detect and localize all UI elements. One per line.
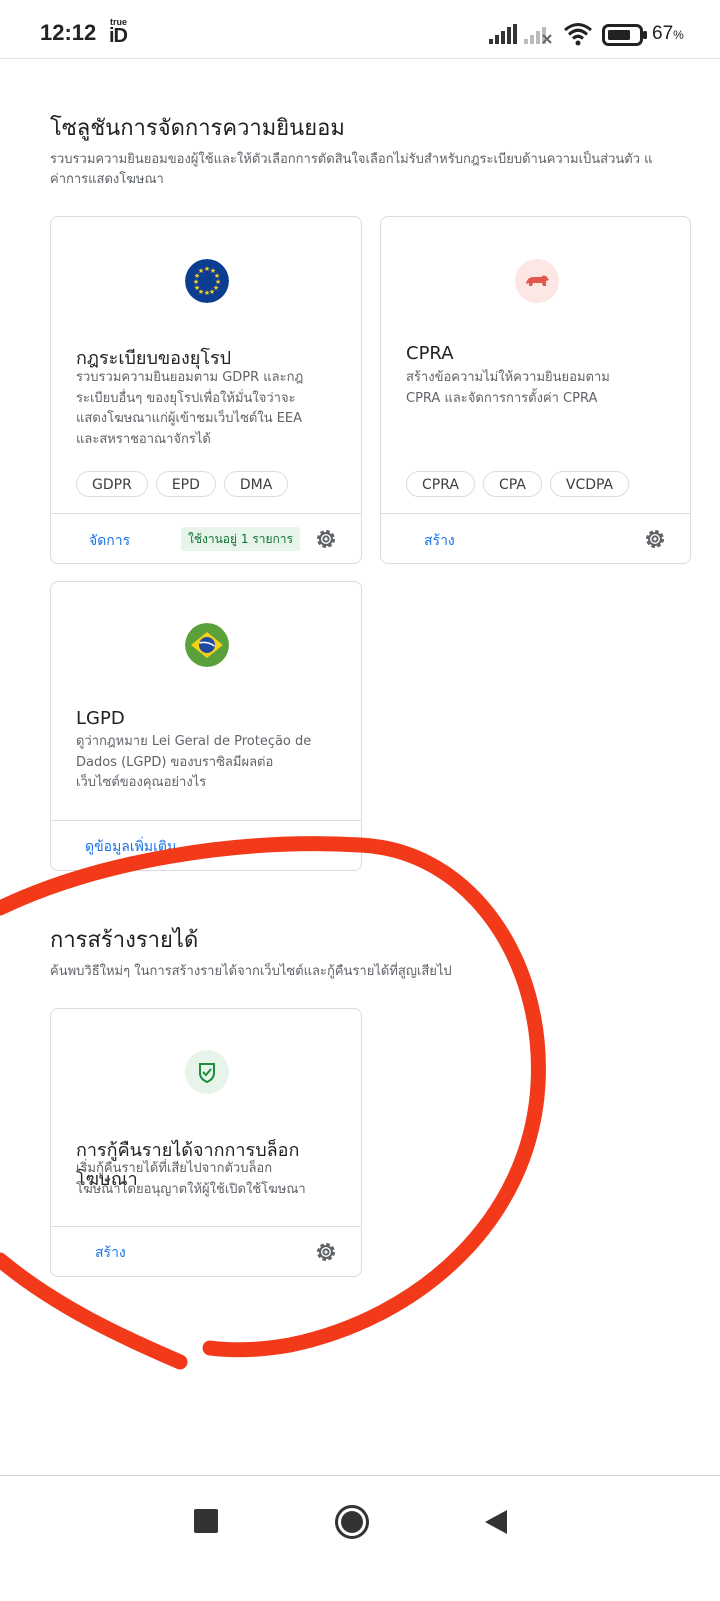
divider xyxy=(51,1226,361,1227)
battery-percent: 67% xyxy=(652,23,684,44)
svg-text:★: ★ xyxy=(204,289,210,297)
brazil-flag-icon xyxy=(185,623,229,667)
card-description: รวบรวมความยินยอมตาม GDPR และกฎ ระเบียบอื… xyxy=(76,370,304,447)
card-title: LGPD xyxy=(76,708,125,729)
chip-group: CPRA CPA VCDPA xyxy=(406,471,630,497)
carrier-logo: true iD xyxy=(109,17,128,47)
card-europe-regulations: ★ ★ ★ ★ ★ ★ ★ ★ ★ ★ ★ ★ กฎระเบียบของยุโรป รวบรวม… xyxy=(50,216,362,564)
section-description-consent: รวบรวมความยินยอมของผู้ใช้และให้ตัวเลือกก… xyxy=(50,152,653,187)
chip-epd: EPD xyxy=(155,471,216,497)
card-revenue-recovery: การกู้คืนรายได้จากการบล็อกโฆษณา เริ่มกู้… xyxy=(50,1008,362,1277)
eu-flag-icon: ★ ★ ★ ★ ★ ★ ★ ★ ★ ★ ★ ★ xyxy=(185,259,229,303)
shield-check-icon xyxy=(185,1050,229,1094)
manage-button[interactable]: จัดการ xyxy=(89,530,130,552)
clock: 12:12 xyxy=(40,20,97,45)
section-description-monetization: ค้นพบวิธีใหม่ๆ ในการสร้างรายได้จากเว็บไซ… xyxy=(50,964,452,979)
section-title-consent: โซลูชันการจัดการความยินยอม xyxy=(50,116,345,141)
status-badge: ใช้งานอยู่ 1 รายการ xyxy=(181,527,300,551)
status-bar: 12:12 true iD 67% xyxy=(0,0,720,59)
chip-cpra: CPRA xyxy=(406,471,475,497)
card-description: เริ่มกู้คืนรายได้ที่เสียไปจากตัวบล็อก โฆ… xyxy=(76,1161,306,1197)
divider xyxy=(51,820,361,821)
signal-icon xyxy=(489,24,517,44)
gear-icon[interactable] xyxy=(314,1240,338,1264)
navigation-bar xyxy=(0,1475,720,1601)
california-bear-icon xyxy=(515,259,559,303)
card-lgpd: LGPD ดูว่ากฎหมาย Lei Geral de Proteção d… xyxy=(50,581,362,871)
gear-icon[interactable] xyxy=(643,527,667,551)
chip-cpa: CPA xyxy=(482,471,542,497)
card-title: CPRA xyxy=(406,343,454,364)
learn-more-link[interactable]: ดูข้อมูลเพิ่มเติม xyxy=(85,836,176,858)
card-description: สร้างข้อความไม่ให้ความยินยอมตาม CPRA และ… xyxy=(406,370,610,406)
divider xyxy=(51,513,361,514)
back-icon[interactable] xyxy=(484,1509,508,1535)
chip-vcdpa: VCDPA xyxy=(549,471,630,497)
svg-text:★: ★ xyxy=(198,267,204,275)
gear-icon[interactable] xyxy=(314,527,338,551)
battery-icon xyxy=(602,24,647,46)
section-title-monetization: การสร้างรายได้ xyxy=(50,928,199,953)
recent-apps-icon[interactable] xyxy=(194,1509,218,1533)
wifi-icon xyxy=(564,23,592,46)
create-button[interactable]: สร้าง xyxy=(95,1242,126,1264)
card-description: ดูว่ากฎหมาย Lei Geral de Proteção de Dad… xyxy=(76,734,312,790)
home-icon[interactable] xyxy=(334,1504,370,1540)
card-cpra: CPRA สร้างข้อความไม่ให้ความยินยอมตาม CPR… xyxy=(380,216,691,564)
divider xyxy=(381,513,690,514)
chip-gdpr: GDPR xyxy=(76,471,148,497)
signal-off-icon xyxy=(524,27,552,44)
create-button[interactable]: สร้าง xyxy=(424,530,455,552)
chip-group: GDPR EPD DMA xyxy=(76,471,289,497)
chip-dma: DMA xyxy=(223,471,289,497)
